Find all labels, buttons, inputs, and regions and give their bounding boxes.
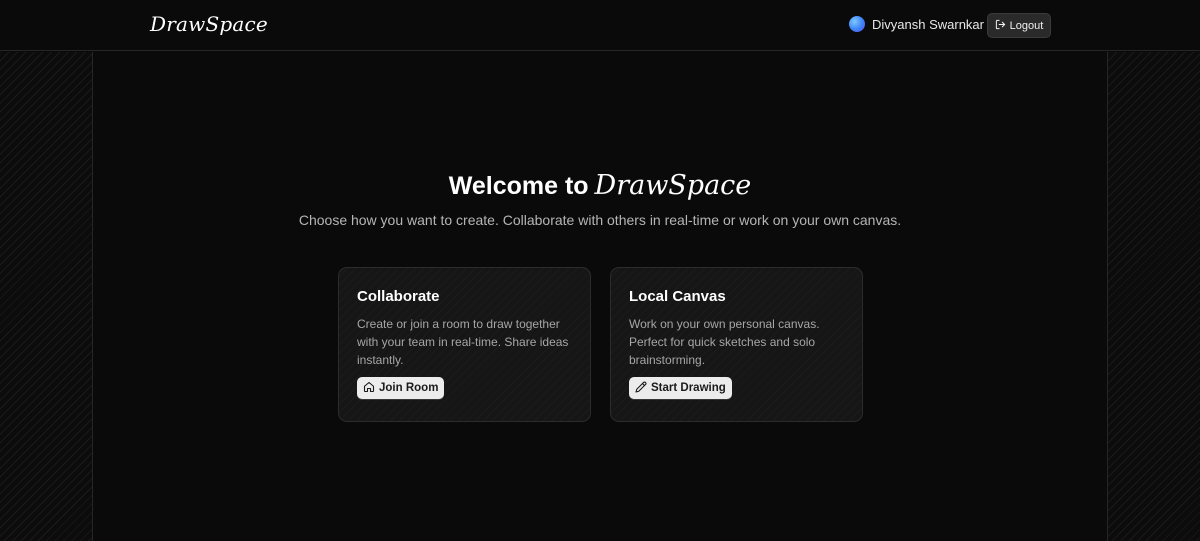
pencil-icon bbox=[635, 381, 647, 396]
user-name: Divyansh Swarnkar bbox=[872, 16, 984, 32]
card-title: Local Canvas bbox=[629, 288, 726, 305]
left-decorative-gutter bbox=[0, 52, 93, 541]
title-prefix: Welcome to bbox=[448, 172, 589, 200]
card-description: Create or join a room to draw together w… bbox=[357, 317, 569, 367]
home-icon bbox=[363, 381, 375, 396]
join-room-button[interactable]: Join Room bbox=[357, 377, 445, 399]
page: DrawSpace Divyansh Swarnkar Logout Welco… bbox=[0, 0, 1200, 541]
logout-button[interactable]: Logout bbox=[987, 13, 1051, 38]
avatar bbox=[849, 16, 865, 32]
collaborate-card: Collaborate Create or join a room to dra… bbox=[338, 267, 591, 422]
logo[interactable]: DrawSpace bbox=[150, 12, 268, 36]
card-title: Collaborate bbox=[357, 288, 440, 305]
card-description: Work on your own personal canvas. Perfec… bbox=[629, 317, 820, 367]
logout-label: Logout bbox=[1009, 19, 1044, 32]
right-decorative-gutter bbox=[1107, 52, 1200, 541]
title-brand: DrawSpace bbox=[594, 170, 752, 201]
page-title: Welcome to DrawSpace bbox=[0, 170, 1200, 201]
user-profile[interactable]: Divyansh Swarnkar bbox=[849, 16, 984, 32]
page-subtitle: Choose how you want to create. Collabora… bbox=[298, 212, 902, 228]
join-room-label: Join Room bbox=[379, 382, 439, 394]
logout-icon bbox=[995, 19, 1006, 33]
start-drawing-label: Start Drawing bbox=[651, 382, 726, 394]
local-canvas-card: Local Canvas Work on your own personal c… bbox=[610, 267, 863, 422]
top-navbar: DrawSpace Divyansh Swarnkar Logout bbox=[0, 0, 1200, 51]
start-drawing-button[interactable]: Start Drawing bbox=[629, 377, 732, 399]
